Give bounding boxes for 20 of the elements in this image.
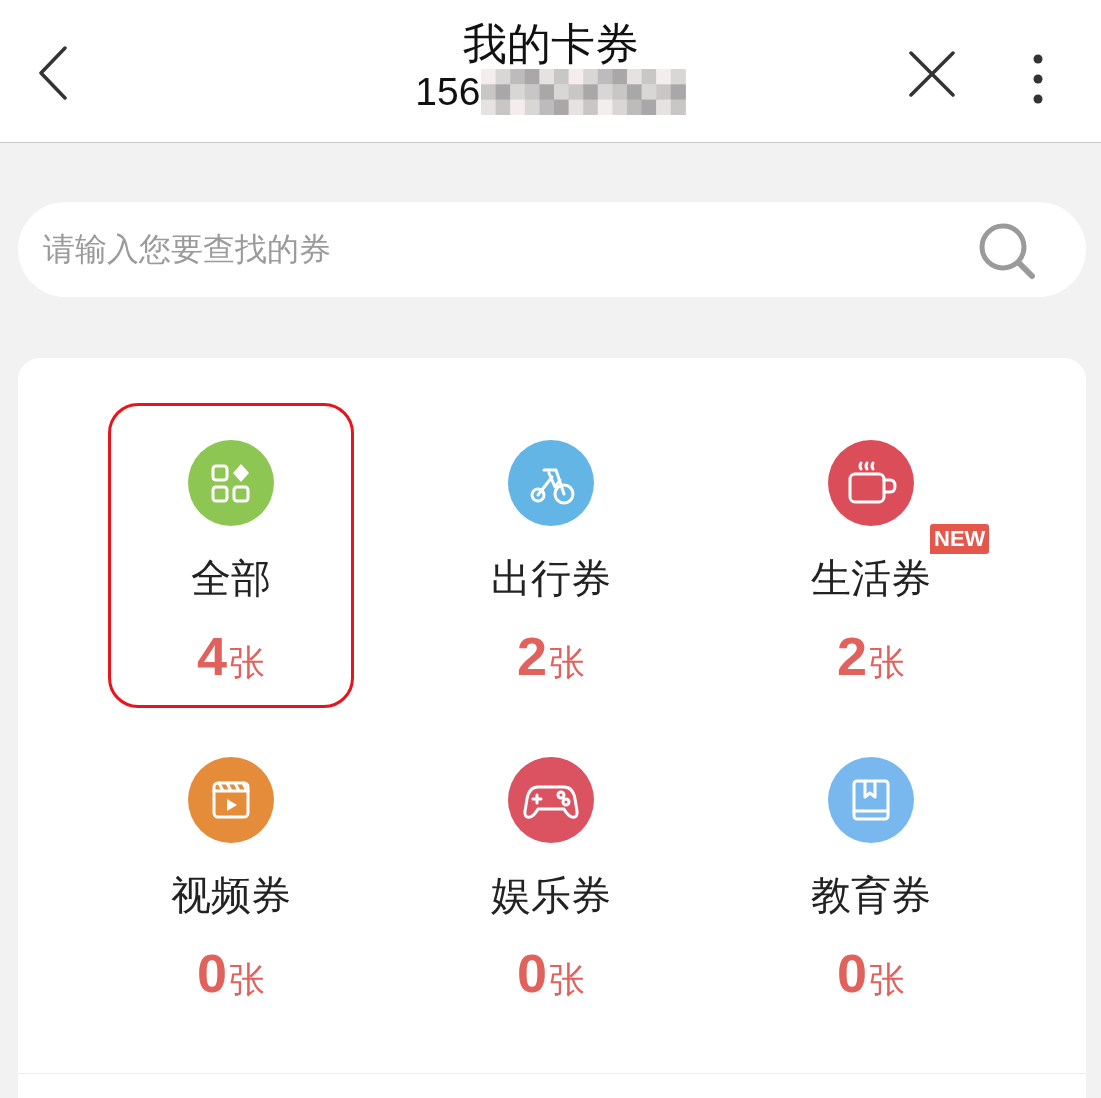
coupon-count: 0张 [836,943,905,1005]
category-label[interactable]: 出行券 [491,554,611,602]
coupon-count: 2张 [516,626,585,688]
search-field[interactable]: 请输入您要查找的券 [18,202,1086,297]
search-icon[interactable] [978,222,1036,280]
more-icon[interactable] [1033,54,1043,104]
phone-number: 156 [415,69,481,115]
coupon-count: 0张 [196,943,265,1005]
category-label[interactable]: 娱乐券 [491,871,611,919]
category-label[interactable]: 视频券 [171,871,291,919]
coupon-count: 2张 [836,626,905,688]
close-icon[interactable] [909,51,955,97]
back-icon[interactable] [38,46,68,100]
coupon-count: 4张 [196,626,265,688]
notice-badge: NEW [930,524,990,554]
category-label[interactable]: 教育券 [811,871,931,919]
page-title: 我的卡券 [462,18,639,70]
category-label[interactable]: 全部 [191,554,271,602]
coupon-count: 0张 [516,943,585,1005]
category-label[interactable]: 生活券 [811,554,931,602]
